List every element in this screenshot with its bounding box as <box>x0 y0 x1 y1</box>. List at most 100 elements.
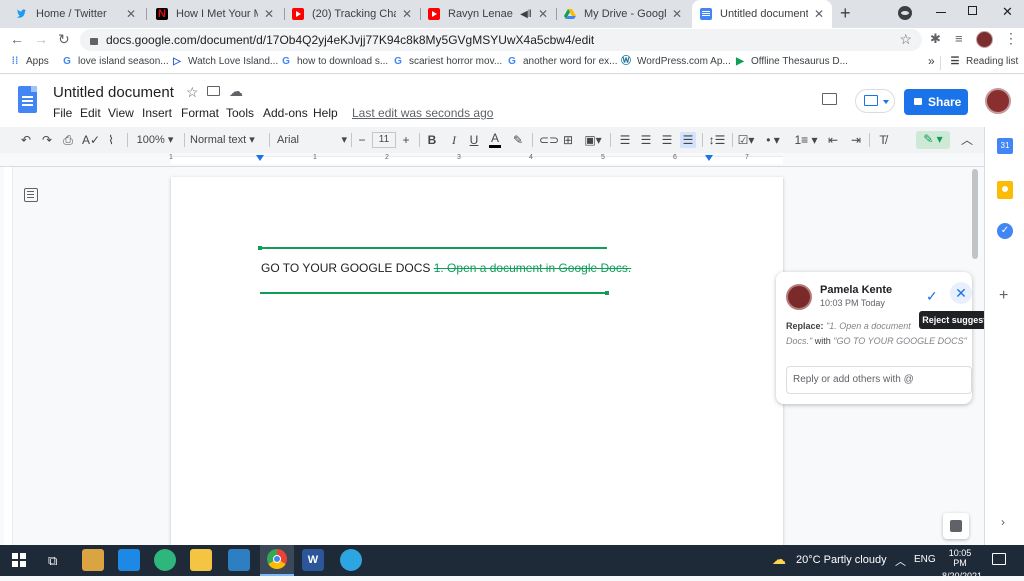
bookmark-item[interactable]: G scariest horror mov... <box>393 56 502 67</box>
clear-formatting-icon[interactable]: T̸ <box>876 132 890 148</box>
close-icon[interactable]: ✕ <box>814 7 824 21</box>
star-icon[interactable]: ☆ <box>186 84 199 101</box>
bookmark-item[interactable]: ▷ Watch Love Island... <box>172 56 278 67</box>
bookmark-item[interactable]: G another word for ex... <box>507 56 617 67</box>
clock[interactable]: 10:05 PM 8/20/2021 <box>942 548 982 581</box>
back-icon[interactable]: ← <box>10 31 24 47</box>
tray-chevron-icon[interactable]: ︿ <box>895 553 906 569</box>
close-window-icon[interactable]: ✕ <box>1002 4 1013 20</box>
profile-avatar[interactable] <box>976 31 993 48</box>
windows-start-icon[interactable] <box>12 553 26 567</box>
print-icon[interactable]: ⎙ <box>61 132 75 148</box>
bookmark-star-icon[interactable]: ☆ <box>899 31 912 48</box>
menu-tools[interactable]: Tools <box>226 106 254 120</box>
close-icon[interactable]: ✕ <box>264 7 274 21</box>
move-folder-icon[interactable] <box>207 86 220 96</box>
account-avatar[interactable] <box>985 88 1011 114</box>
share-button[interactable]: Share <box>904 89 968 115</box>
font-select[interactable]: Arial ▾ <box>277 132 347 148</box>
address-bar[interactable]: docs.google.com/document/d/17Ob4Q2yj4eKJ… <box>80 29 922 51</box>
collapse-toolbar-icon[interactable]: ︿ <box>960 132 974 148</box>
mail-icon[interactable] <box>118 549 140 571</box>
left-indent-marker[interactable] <box>256 155 264 161</box>
bookmark-item[interactable]: Ⓦ WordPress.com Ap... <box>621 56 731 67</box>
menu-insert[interactable]: Insert <box>142 106 172 120</box>
extensions-icon[interactable]: ✱ <box>930 31 941 47</box>
last-edit-link[interactable]: Last edit was seconds ago <box>352 106 493 120</box>
numbered-list-icon[interactable]: 1≡ ▾ <box>792 132 820 148</box>
suggesting-mode-button[interactable]: ✎ ▾ <box>916 131 950 149</box>
menu-view[interactable]: View <box>108 106 134 120</box>
menu-edit[interactable]: Edit <box>80 106 101 120</box>
document-page[interactable]: GO TO YOUR GOOGLE DOCS 1. Open a documen… <box>171 177 783 547</box>
tab-search-icon[interactable] <box>898 6 912 20</box>
tab-youtube-tracking[interactable]: (20) Tracking Changes ✕ <box>284 0 420 28</box>
increase-indent-icon[interactable]: ⇥ <box>849 132 863 148</box>
align-right-icon[interactable]: ☰ <box>660 132 674 148</box>
comment-history-icon[interactable] <box>822 93 837 105</box>
bookmark-item[interactable]: G love island season... <box>62 56 169 67</box>
close-icon[interactable]: ✕ <box>402 7 412 21</box>
undo-icon[interactable]: ↶ <box>19 132 33 148</box>
scrollbar[interactable] <box>972 169 978 259</box>
present-button[interactable] <box>855 89 895 113</box>
edge-icon[interactable] <box>154 549 176 571</box>
add-on-plus-icon[interactable]: + <box>999 287 1008 305</box>
tasks-icon[interactable]: ✓ <box>997 223 1013 239</box>
chrome-taskbar-item[interactable] <box>260 545 294 576</box>
new-tab-button[interactable]: + <box>840 3 851 24</box>
forward-icon[interactable]: → <box>34 31 48 47</box>
line-spacing-icon[interactable]: ↕☰ <box>708 132 726 148</box>
close-icon[interactable]: ✕ <box>672 7 682 21</box>
calculator-icon[interactable] <box>228 549 250 571</box>
tab-twitter[interactable]: Home / Twitter ✕ <box>8 0 144 28</box>
menu-help[interactable]: Help <box>313 106 338 120</box>
italic-button[interactable]: I <box>448 132 460 148</box>
reload-icon[interactable]: ↻ <box>58 31 70 48</box>
close-icon[interactable]: ✕ <box>538 7 548 21</box>
reply-input[interactable]: Reply or add others with @ <box>786 366 972 394</box>
calendar-icon[interactable]: 31 <box>997 138 1013 154</box>
align-justify-icon[interactable]: ☰ <box>680 132 696 148</box>
bookmarks-overflow[interactable]: » <box>928 54 935 68</box>
bookmark-item[interactable]: G how to download s... <box>281 56 388 67</box>
menu-format[interactable]: Format <box>181 106 219 120</box>
more-menu-icon[interactable]: ⋮ <box>1004 30 1018 47</box>
highlight-icon[interactable]: ✎ <box>511 132 525 148</box>
decrease-indent-icon[interactable]: ⇤ <box>826 132 840 148</box>
bold-button[interactable]: B <box>426 132 438 148</box>
minimize-icon[interactable] <box>936 12 946 13</box>
font-size-input[interactable]: 11 <box>372 132 396 148</box>
tab-netflix[interactable]: N How I Met Your Mothe ✕ <box>148 0 282 28</box>
file-explorer-icon[interactable] <box>190 549 212 571</box>
zoom-select[interactable]: 100% ▾ <box>133 132 177 148</box>
media-control-icon[interactable]: ≡ <box>955 31 963 46</box>
text-color-button[interactable]: A <box>489 132 501 148</box>
align-left-icon[interactable]: ☰ <box>618 132 632 148</box>
reject-suggestion-button[interactable]: ✕ <box>950 282 972 304</box>
language-indicator[interactable]: ENG <box>914 554 936 565</box>
docs-logo-icon[interactable] <box>18 86 37 113</box>
word-icon[interactable]: W <box>302 549 324 571</box>
style-select[interactable]: Normal text ▾ <box>190 132 262 148</box>
menu-file[interactable]: File <box>53 106 72 120</box>
link-icon[interactable]: ⊂⊃ <box>539 132 559 148</box>
speaker-icon[interactable]: ◀ǁ <box>520 9 532 20</box>
align-center-icon[interactable]: ☰ <box>639 132 653 148</box>
decrease-font-size-button[interactable]: − <box>356 132 368 148</box>
weather-text[interactable]: 20°C Partly cloudy <box>796 554 887 566</box>
restore-icon[interactable] <box>968 6 977 15</box>
tab-drive[interactable]: My Drive - Google Dri ✕ <box>556 0 690 28</box>
document-body-text[interactable]: GO TO YOUR GOOGLE DOCS 1. Open a documen… <box>261 261 631 275</box>
bookmark-item[interactable]: ▶ Offline Thesaurus D... <box>735 56 848 67</box>
underline-button[interactable]: U <box>468 132 480 148</box>
suggestion-comment-card[interactable]: Pamela Kente 10:03 PM Today ✓ ✕ Replace:… <box>776 272 972 404</box>
document-outline-icon[interactable] <box>24 188 38 202</box>
right-indent-marker[interactable] <box>705 155 713 161</box>
increase-font-size-button[interactable]: + <box>400 132 412 148</box>
bookmark-apps[interactable]: ⁞⁞ Apps <box>10 56 49 67</box>
reading-list-button[interactable]: ☰ Reading list <box>950 56 1019 67</box>
keep-icon[interactable] <box>997 181 1013 199</box>
notifications-icon[interactable] <box>992 553 1006 565</box>
add-comment-icon[interactable]: ⊞ <box>561 132 575 148</box>
